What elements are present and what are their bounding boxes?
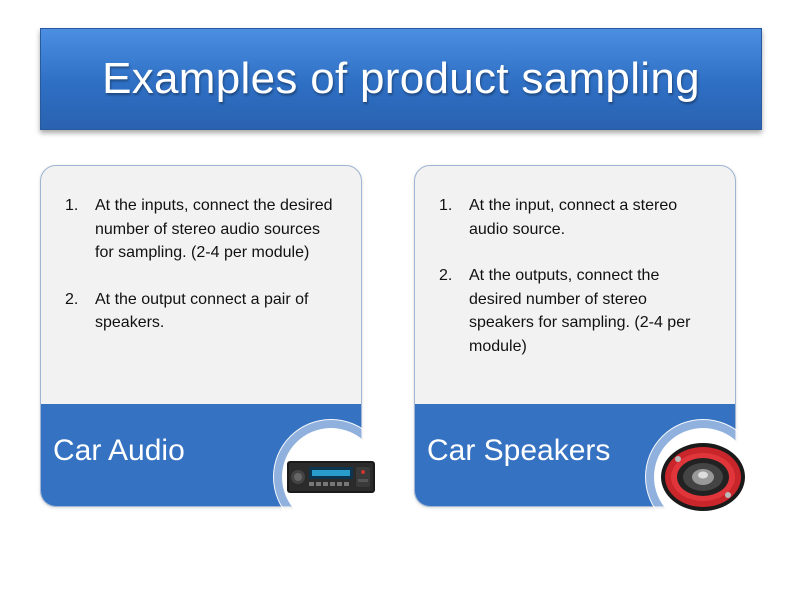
step-text: At the outputs, connect the desired numb… — [469, 267, 691, 355]
step-text: At the inputs, connect the desired numbe… — [95, 197, 333, 261]
step-number: 1. — [65, 197, 79, 214]
car-audio-steps: 1. At the inputs, connect the desired nu… — [41, 166, 361, 404]
step-number: 1. — [439, 197, 453, 214]
step-item: 2. At the outputs, connect the desired n… — [435, 264, 711, 358]
car-audio-thumbnail — [273, 419, 389, 535]
car-audio-label: Car Audio — [53, 434, 185, 467]
step-text: At the input, connect a stereo audio sou… — [469, 197, 678, 238]
step-item: 1. At the inputs, connect the desired nu… — [61, 194, 337, 265]
car-speakers-thumbnail — [645, 419, 761, 535]
title-banner: Examples of product sampling — [40, 28, 762, 130]
car-radio-icon — [287, 461, 375, 493]
step-item: 2. At the output connect a pair of speak… — [61, 288, 337, 335]
step-text: At the output connect a pair of speakers… — [95, 290, 309, 332]
car-speakers-steps: 1. At the input, connect a stereo audio … — [415, 166, 735, 404]
step-number: 2. — [65, 290, 79, 308]
step-number: 2. — [439, 267, 453, 284]
step-item: 1. At the input, connect a stereo audio … — [435, 194, 711, 241]
car-speaker-icon — [661, 443, 745, 511]
car-speakers-label: Car Speakers — [427, 434, 611, 467]
slide-title: Examples of product sampling — [102, 54, 700, 103]
